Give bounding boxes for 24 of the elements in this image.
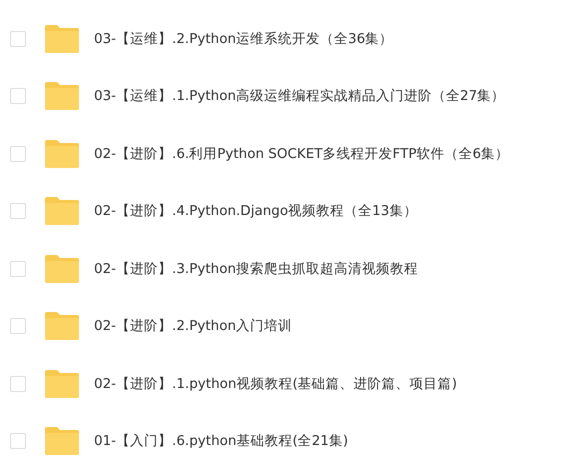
folder-icon: [44, 311, 80, 342]
folder-icon: [44, 254, 80, 284]
folder-name[interactable]: 02-【进阶】.1.python视频教程(基础篇、进阶篇、项目篇): [94, 374, 457, 393]
folder-icon: [44, 81, 80, 112]
checkbox[interactable]: [10, 260, 26, 277]
checkbox[interactable]: [10, 318, 26, 334]
checkbox[interactable]: [10, 146, 26, 162]
folder-icon: [44, 24, 80, 54]
checkbox[interactable]: [10, 88, 26, 104]
folder-name[interactable]: 02-【进阶】.6.利用Python SOCKET多线程开发FTP软件（全6集）: [94, 144, 510, 163]
checkbox[interactable]: [10, 30, 26, 47]
folder-name[interactable]: 02-【进阶】.2.Python入门培训: [94, 317, 292, 336]
checkbox[interactable]: [10, 203, 26, 220]
checkbox[interactable]: [10, 433, 26, 450]
folder-icon: [44, 196, 80, 226]
folder-icon: [44, 368, 80, 399]
checkbox[interactable]: [10, 376, 26, 392]
folder-name[interactable]: 02-【进阶】.3.Python搜索爬虫抓取超高清视频教程: [94, 260, 418, 278]
folder-icon: [44, 138, 80, 169]
folder-name[interactable]: 01-【入门】.6.python基础教程(全21集): [94, 432, 348, 450]
folder-icon: [44, 426, 80, 456]
folder-name[interactable]: 02-【进阶】.4.Python.Django视频教程（全13集）: [94, 202, 418, 220]
folder-name[interactable]: 03-【运维】.1.Python高级运维编程实战精品入门进阶（全27集）: [94, 87, 506, 106]
folder-name[interactable]: 03-【运维】.2.Python运维系统开发（全36集）: [94, 30, 394, 48]
